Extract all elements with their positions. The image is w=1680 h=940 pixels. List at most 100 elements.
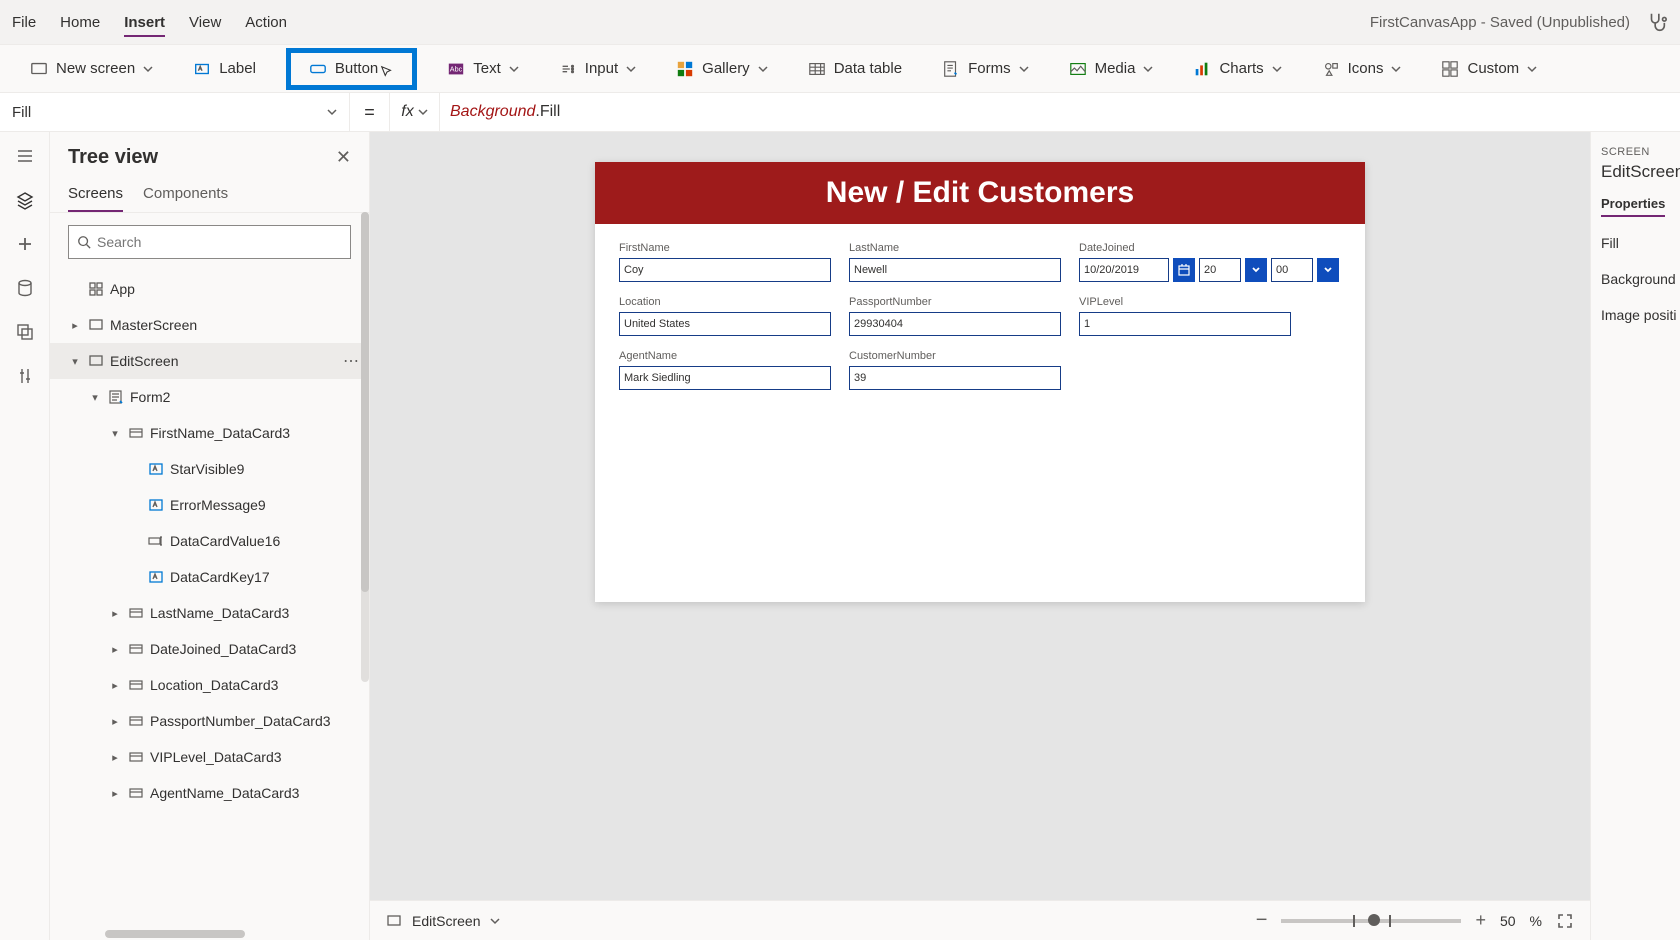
- location-input[interactable]: United States: [619, 312, 831, 336]
- tree-node-passportnumber-datacard3[interactable]: ▸PassportNumber_DataCard3: [50, 703, 369, 739]
- tree-node-app[interactable]: ▸App: [50, 271, 369, 307]
- zoom-in-button[interactable]: +: [1475, 910, 1486, 931]
- tree-node-firstname-datacard3[interactable]: ▾FirstName_DataCard3: [50, 415, 369, 451]
- agent-input[interactable]: Mark Siedling: [619, 366, 831, 390]
- data-table-button[interactable]: Data table: [798, 54, 912, 84]
- vip-input[interactable]: 1: [1079, 312, 1291, 336]
- gallery-button[interactable]: Gallery: [666, 54, 778, 84]
- passport-input[interactable]: 29930404: [849, 312, 1061, 336]
- close-icon[interactable]: ✕: [336, 147, 351, 168]
- more-icon[interactable]: ⋯: [343, 351, 361, 371]
- tree-node-lastname-datacard3[interactable]: ▸LastName_DataCard3: [50, 595, 369, 631]
- button-button[interactable]: Button: [286, 48, 417, 90]
- lastname-input[interactable]: Newell: [849, 258, 1061, 282]
- zoom-out-button[interactable]: −: [1256, 909, 1268, 932]
- caret-closed-icon[interactable]: ▸: [108, 751, 122, 764]
- horizontal-scrollbar[interactable]: [105, 930, 245, 938]
- search-input[interactable]: [97, 234, 342, 250]
- calendar-button[interactable]: [1173, 258, 1195, 282]
- prop-fill[interactable]: Fill: [1601, 235, 1670, 251]
- zoom-thumb[interactable]: [1368, 914, 1380, 926]
- properties-tab[interactable]: Properties: [1601, 196, 1665, 217]
- caret-open-icon[interactable]: ▾: [88, 391, 102, 404]
- footer-left: EditScreen: [386, 913, 500, 929]
- caret-closed-icon[interactable]: ▸: [108, 607, 122, 620]
- tree-list: ▸App▸MasterScreen▾EditScreen⋯▾Form2▾Firs…: [50, 267, 369, 940]
- chevron-down-icon[interactable]: [490, 916, 500, 926]
- tree-search[interactable]: [68, 225, 351, 259]
- tree-node-masterscreen[interactable]: ▸MasterScreen: [50, 307, 369, 343]
- hour-dropdown-button[interactable]: [1245, 258, 1267, 282]
- database-icon[interactable]: [15, 278, 35, 298]
- menu-home[interactable]: Home: [60, 8, 100, 37]
- custom-button[interactable]: Custom: [1431, 54, 1547, 84]
- property-dropdown[interactable]: Fill: [0, 93, 350, 131]
- tree-node-form2[interactable]: ▾Form2: [50, 379, 369, 415]
- firstname-input[interactable]: Coy: [619, 258, 831, 282]
- tree-node-viplevel-datacard3[interactable]: ▸VIPLevel_DataCard3: [50, 739, 369, 775]
- tree-node-datejoined-datacard3[interactable]: ▸ DateJoined_DataCard3: [50, 631, 369, 667]
- formula-input[interactable]: Background.Fill: [440, 93, 1680, 131]
- prop-background[interactable]: Background: [1601, 271, 1670, 287]
- scrollbar-thumb[interactable]: [361, 212, 369, 592]
- datejoined-input[interactable]: 10/20/2019: [1079, 258, 1169, 282]
- datejoined-label: DateJoined: [1079, 242, 1339, 254]
- caret-closed-icon[interactable]: ▸: [108, 715, 122, 728]
- tab-components[interactable]: Components: [143, 177, 228, 212]
- caret-open-icon[interactable]: ▾: [108, 427, 122, 440]
- caret-closed-icon[interactable]: ▸: [108, 679, 122, 692]
- minute-dropdown-button[interactable]: [1317, 258, 1339, 282]
- tree-node-agentname-datacard3[interactable]: ▸AgentName_DataCard3: [50, 775, 369, 811]
- media-button[interactable]: Media: [1059, 54, 1164, 84]
- tree-node-location-datacard3[interactable]: ▸Location_DataCard3: [50, 667, 369, 703]
- menu-insert[interactable]: Insert: [124, 8, 165, 37]
- menu-action[interactable]: Action: [245, 8, 287, 37]
- text-icon: Abc: [447, 60, 465, 78]
- fullscreen-icon[interactable]: [1556, 912, 1574, 930]
- custom-icon: [1441, 60, 1459, 78]
- hour-select[interactable]: 20: [1199, 258, 1241, 282]
- tree-node-errormessage9[interactable]: ▸ErrorMessage9: [50, 487, 369, 523]
- formula-token-property: .Fill: [535, 103, 560, 121]
- media-rail-icon[interactable]: [15, 322, 35, 342]
- caret-closed-icon[interactable]: ▸: [108, 643, 122, 656]
- forms-button[interactable]: Forms: [932, 54, 1039, 84]
- canvas-viewport[interactable]: New / Edit Customers FirstName Coy LastN…: [370, 132, 1590, 900]
- charts-button[interactable]: Charts: [1183, 54, 1291, 84]
- text-button[interactable]: Abc Text: [437, 54, 529, 84]
- caret-closed-icon[interactable]: ▸: [68, 319, 82, 332]
- equals-label: =: [350, 93, 390, 131]
- tree-node-starvisible9[interactable]: ▸StarVisible9: [50, 451, 369, 487]
- menubar-left: File Home Insert View Action: [12, 8, 287, 37]
- tree-node-datacardvalue16[interactable]: ▸DataCardValue16: [50, 523, 369, 559]
- minute-select[interactable]: 00: [1271, 258, 1313, 282]
- field-location: Location United States: [619, 296, 831, 336]
- canvas-screen[interactable]: New / Edit Customers FirstName Coy LastN…: [595, 162, 1365, 602]
- menu-file[interactable]: File: [12, 8, 36, 37]
- input-button[interactable]: Input: [549, 54, 646, 84]
- layers-icon[interactable]: [15, 190, 35, 210]
- prop-image-position[interactable]: Image positi: [1601, 307, 1670, 323]
- chevron-down-icon: [1143, 64, 1153, 74]
- label-label: Label: [219, 60, 256, 77]
- new-screen-button[interactable]: New screen: [20, 54, 163, 84]
- card-icon: [128, 677, 144, 693]
- tree-node-editscreen[interactable]: ▾EditScreen⋯: [50, 343, 369, 379]
- tree-node-label: DataCardKey17: [170, 569, 270, 585]
- label-button[interactable]: Label: [183, 54, 266, 84]
- menu-view[interactable]: View: [189, 8, 221, 37]
- hamburger-icon[interactable]: [15, 146, 35, 166]
- plus-icon[interactable]: [15, 234, 35, 254]
- forms-label: Forms: [968, 60, 1011, 77]
- zoom-slider[interactable]: [1281, 919, 1461, 923]
- tools-icon[interactable]: [15, 366, 35, 386]
- fx-button[interactable]: fx: [390, 93, 440, 131]
- tree-node-datacardkey17[interactable]: ▸DataCardKey17: [50, 559, 369, 595]
- caret-open-icon[interactable]: ▾: [68, 355, 82, 368]
- custno-input[interactable]: 39: [849, 366, 1061, 390]
- health-icon[interactable]: [1646, 11, 1668, 33]
- caret-closed-icon[interactable]: ▸: [108, 787, 122, 800]
- icons-button[interactable]: Icons: [1312, 54, 1412, 84]
- tree-node-label: DateJoined_DataCard3: [150, 641, 296, 657]
- tab-screens[interactable]: Screens: [68, 177, 123, 212]
